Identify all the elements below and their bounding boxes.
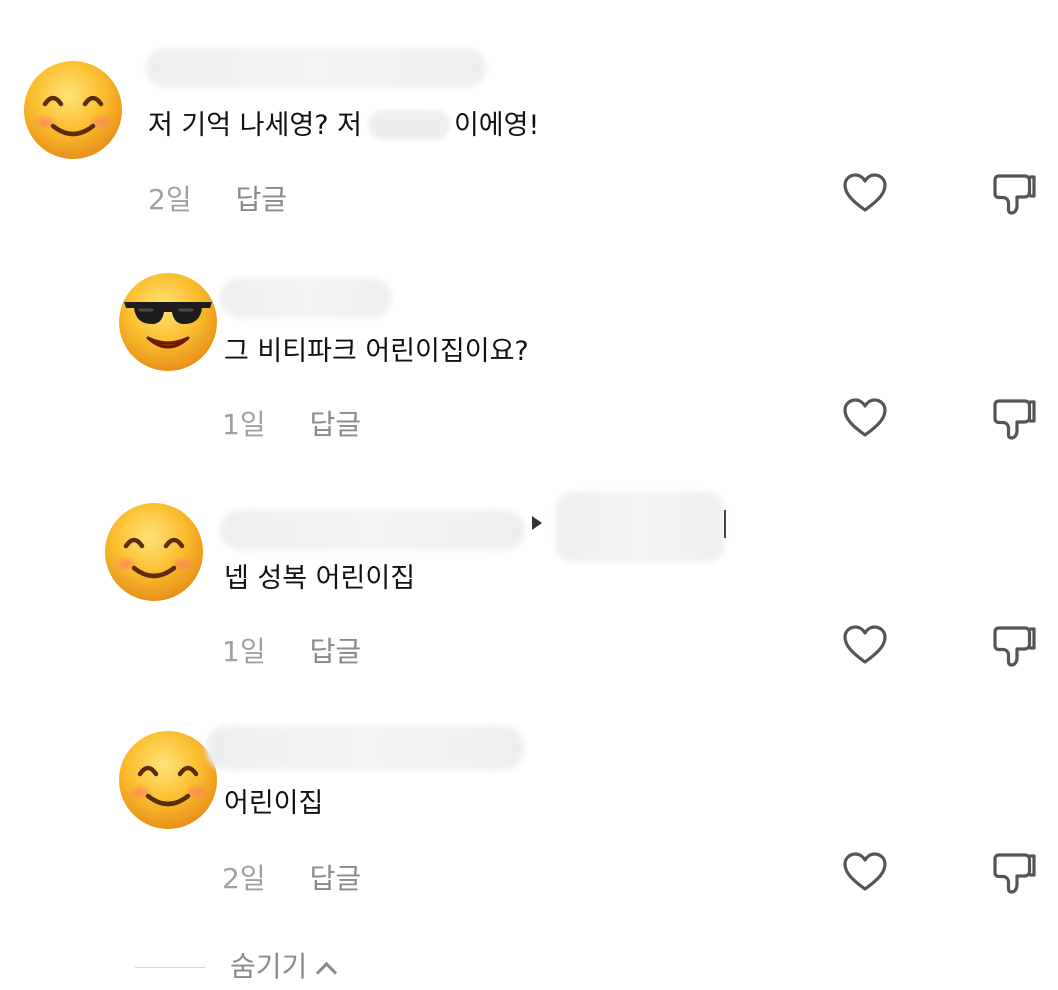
comment-time: 2일 — [148, 183, 192, 216]
thumbs-down-icon — [993, 399, 1036, 440]
reply-to-arrow-icon — [532, 516, 542, 530]
username-redacted[interactable] — [146, 48, 486, 88]
comment-text: 그 비티파크 어린이집이요? — [224, 336, 529, 367]
reply-button[interactable]: 답글 — [310, 862, 362, 895]
avatar[interactable] — [104, 502, 204, 602]
thumbs-down-icon — [993, 626, 1036, 667]
like-button[interactable] — [841, 170, 889, 218]
separator — [724, 510, 726, 538]
comment-text-before: 저 기억 나세영? 저 — [148, 110, 362, 141]
thumbs-down-icon — [993, 174, 1036, 215]
sunglasses-face-icon — [119, 273, 217, 371]
comment-text: 넵 성복 어린이집 — [224, 563, 416, 594]
heart-icon — [843, 625, 887, 664]
comment-time: 1일 — [222, 408, 266, 441]
avatar[interactable] — [118, 730, 218, 830]
comment-text-after: 이에영! — [453, 110, 540, 141]
reply-button[interactable]: 답글 — [310, 408, 362, 441]
username-redacted[interactable] — [206, 726, 524, 770]
comment-meta: 2일 답글 — [148, 182, 287, 218]
heart-icon — [843, 852, 887, 891]
redacted-text — [367, 110, 450, 140]
like-button[interactable] — [841, 395, 889, 443]
like-button[interactable] — [841, 622, 889, 670]
dislike-button[interactable] — [991, 170, 1039, 218]
smiling-face-icon — [24, 61, 122, 159]
reply-button[interactable]: 답글 — [310, 635, 362, 668]
comment-meta: 2일 답글 — [222, 861, 361, 897]
like-button[interactable] — [841, 849, 889, 897]
comment-meta: 1일 답글 — [222, 634, 361, 670]
reply-to-username-redacted[interactable] — [556, 492, 724, 562]
divider — [135, 967, 205, 968]
dislike-button[interactable] — [991, 849, 1039, 897]
comment-meta: 1일 답글 — [222, 407, 361, 443]
dislike-button[interactable] — [991, 395, 1039, 443]
smiling-face-icon — [105, 503, 203, 601]
smiling-face-icon — [119, 731, 217, 829]
hide-replies-label: 숨기기 — [230, 950, 308, 983]
comment-text: 어린이집 — [224, 788, 324, 819]
comment-time: 1일 — [222, 635, 266, 668]
avatar[interactable] — [118, 272, 218, 372]
username-redacted[interactable] — [220, 278, 392, 318]
dislike-button[interactable] — [991, 622, 1039, 670]
avatar[interactable] — [23, 60, 123, 160]
thumbs-down-icon — [993, 853, 1036, 894]
reply-button[interactable]: 답글 — [236, 183, 288, 216]
heart-icon — [843, 173, 887, 212]
username-redacted[interactable] — [220, 510, 525, 550]
chevron-up-icon — [316, 961, 338, 984]
hide-replies-row: 숨기기 — [0, 950, 1058, 990]
comment-time: 2일 — [222, 862, 266, 895]
comment-text: 저 기억 나세영? 저 이에영! — [148, 108, 539, 144]
heart-icon — [843, 398, 887, 437]
